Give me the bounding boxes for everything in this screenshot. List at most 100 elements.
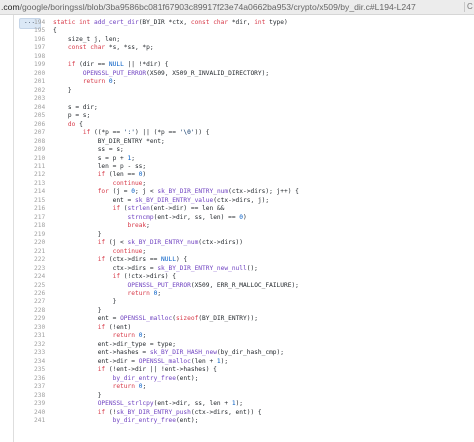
line-number[interactable]: 231	[34, 332, 45, 340]
line-number[interactable]: 224	[34, 273, 45, 281]
line-number[interactable]: 205	[34, 112, 45, 120]
code-token: break	[127, 222, 147, 230]
line-number[interactable]: 214	[34, 188, 45, 196]
line-number[interactable]: 236	[34, 375, 45, 383]
code-token: ;	[142, 332, 147, 340]
line-number[interactable]: 208	[34, 138, 45, 146]
code-token: (j =	[108, 188, 132, 196]
line-number[interactable]: 235	[34, 366, 45, 374]
code-line: 227 }	[34, 298, 474, 306]
line-number[interactable]: 240	[34, 409, 45, 417]
line-number[interactable]: 222	[34, 256, 45, 264]
line-number[interactable]: 238	[34, 392, 45, 400]
line-source: return 0;	[53, 383, 147, 391]
line-number[interactable]: 209	[34, 146, 45, 154]
line-source: OPENSSL_PUT_ERROR(X509, X509_R_INVALID_D…	[53, 70, 269, 78]
line-number[interactable]: 207	[34, 129, 45, 137]
line-number[interactable]: 203	[34, 95, 45, 103]
code-token: type)	[265, 19, 288, 26]
line-source: ent = OPENSSL_malloc(sizeof(BY_DIR_ENTRY…	[53, 315, 258, 323]
line-number[interactable]: 194	[34, 19, 45, 27]
code-token: (!	[105, 408, 117, 416]
line-number[interactable]: 232	[34, 341, 45, 349]
code-token: )) {	[194, 129, 210, 137]
line-number[interactable]: 219	[34, 231, 45, 239]
code-line: 205 p = s;	[34, 112, 474, 120]
line-number[interactable]: 234	[34, 358, 45, 366]
line-number[interactable]: 198	[34, 53, 45, 61]
line-source: }	[53, 87, 72, 95]
line-source: const char *s, *ss, *p;	[53, 44, 154, 52]
code-token: by_dir_entry_free	[112, 417, 176, 425]
line-number[interactable]: 204	[34, 104, 45, 112]
line-number[interactable]: 241	[34, 417, 45, 425]
address-bar[interactable]: .com/google/boringssl/blob/3ba9586bc081f…	[0, 0, 474, 15]
line-number[interactable]: 196	[34, 36, 45, 44]
code-token: ((*p ==	[90, 129, 124, 137]
line-number[interactable]: 227	[34, 298, 45, 306]
line-number[interactable]: 211	[34, 163, 45, 171]
code-line: 241 by_dir_entry_free(ent);	[34, 417, 474, 425]
line-number[interactable]: 226	[34, 290, 45, 298]
line-number[interactable]: 200	[34, 70, 45, 78]
line-number[interactable]: 233	[34, 349, 45, 357]
code-line: 214 for (j = 0; j < sk_BY_DIR_ENTRY_num(…	[34, 188, 474, 196]
code-line: 228 }	[34, 307, 474, 315]
line-number[interactable]: 220	[34, 239, 45, 247]
code-line: 223 ctx->dirs = sk_BY_DIR_ENTRY_new_null…	[34, 265, 474, 273]
code-line: 200 OPENSSL_PUT_ERROR(X509, X509_R_INVAL…	[34, 70, 474, 78]
line-number[interactable]: 210	[34, 155, 45, 163]
code-line: 215 ent = sk_BY_DIR_ENTRY_value(ctx->dir…	[34, 197, 474, 205]
code-token: (len ==	[105, 171, 139, 179]
code-token: size_t j, len;	[53, 35, 121, 43]
line-number[interactable]: 223	[34, 265, 45, 273]
code-token: }	[53, 86, 72, 94]
line-number[interactable]: 201	[34, 78, 45, 86]
line-number[interactable]: 206	[34, 121, 45, 129]
line-number[interactable]: 237	[34, 383, 45, 391]
line-number[interactable]: 213	[34, 180, 45, 188]
code-token: }	[53, 391, 102, 399]
code-token: || !*dir) {	[123, 61, 169, 69]
code-token: (ctx->dirs); j++) {	[228, 188, 299, 196]
line-number[interactable]: 225	[34, 282, 45, 290]
line-number[interactable]: 221	[34, 248, 45, 256]
code-token: (ctx->dirs))	[198, 239, 243, 247]
line-number[interactable]: 212	[34, 171, 45, 179]
line-number[interactable]: 197	[34, 44, 45, 52]
line-number[interactable]: 199	[34, 61, 45, 69]
code-token: OPENSSL_malloc	[120, 315, 173, 323]
url-text[interactable]: .com/google/boringssl/blob/3ba9586bc081f…	[1, 2, 416, 13]
code-line: 222 if (ctx->dirs == NULL) {	[34, 256, 474, 264]
code-line: 230 if (!ent)	[34, 324, 474, 332]
code-line: 231 return 0;	[34, 332, 474, 340]
line-number[interactable]: 195	[34, 27, 45, 35]
line-number[interactable]: 202	[34, 87, 45, 95]
extension-icon[interactable]: C	[464, 2, 473, 12]
code-line: 208 BY_DIR_ENTRY *ent;	[34, 138, 474, 146]
line-number[interactable]: 215	[34, 197, 45, 205]
line-source: static int add_cert_dir(BY_DIR *ctx, con…	[53, 19, 288, 27]
code-line: 203	[34, 95, 474, 103]
code-line: 221 continue;	[34, 248, 474, 256]
code-line: 198	[34, 53, 474, 61]
line-number[interactable]: 216	[34, 205, 45, 213]
code-token: ent =	[53, 315, 121, 323]
code-token: int	[254, 19, 266, 26]
line-number[interactable]: 217	[34, 214, 45, 222]
line-number[interactable]: 228	[34, 307, 45, 315]
code-token: (ctx->dirs, j);	[213, 196, 270, 204]
code-token: ent->dir =	[53, 357, 139, 365]
line-number[interactable]: 218	[34, 222, 45, 230]
line-number[interactable]: 230	[34, 324, 45, 332]
line-number[interactable]: 239	[34, 400, 45, 408]
line-number[interactable]: 229	[34, 315, 45, 323]
code-line: 206 do {	[34, 121, 474, 129]
